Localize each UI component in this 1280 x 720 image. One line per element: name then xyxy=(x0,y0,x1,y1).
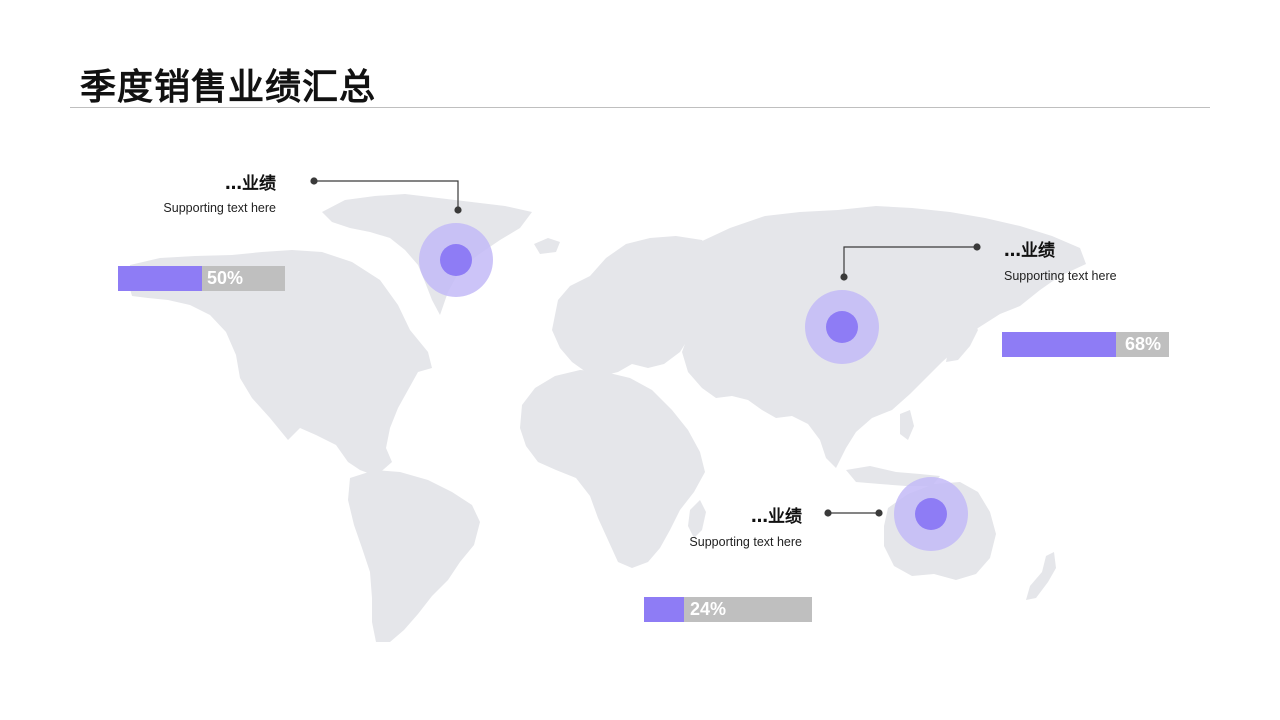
leader-endpoint-asia-0 xyxy=(973,243,981,251)
landmass-philippines xyxy=(900,410,914,440)
callout-subtitle-australia: Supporting text here xyxy=(689,535,802,549)
leader-endpoint-north-america-0 xyxy=(310,177,318,185)
landmass-south-america xyxy=(348,470,480,642)
progress-label-australia: 24% xyxy=(690,599,727,619)
callout-subtitle-asia: Supporting text here xyxy=(1004,269,1117,283)
landmass-africa xyxy=(520,370,705,568)
progress-bar-north-america: 50% xyxy=(118,266,285,291)
callout-subtitle-north-america: Supporting text here xyxy=(163,201,276,215)
world-map xyxy=(128,177,1086,642)
callout-title-australia: …业绩 xyxy=(751,507,802,527)
leader-endpoint-north-america-1 xyxy=(454,206,462,214)
marker-dot-australia xyxy=(915,498,947,530)
landmass-madagascar xyxy=(688,500,706,538)
callout-title-north-america: …业绩 xyxy=(225,174,276,194)
landmass-iceland xyxy=(534,238,560,254)
progress-fill-asia xyxy=(1002,332,1116,357)
progress-bar-asia: 68% xyxy=(1002,332,1169,357)
leader-endpoint-australia-1 xyxy=(875,509,883,517)
progress-label-asia: 68% xyxy=(1125,334,1162,354)
progress-fill-north-america xyxy=(118,266,202,291)
landmass-new-zealand xyxy=(1026,552,1056,600)
progress-fill-australia xyxy=(644,597,685,622)
marker-dot-asia xyxy=(826,311,858,343)
progress-label-north-america: 50% xyxy=(207,268,244,288)
leader-endpoint-australia-0 xyxy=(824,509,832,517)
callout-title-asia: …业绩 xyxy=(1004,241,1055,261)
leader-endpoint-asia-1 xyxy=(840,273,848,281)
continents xyxy=(128,194,1086,642)
progress-bar-australia: 24% xyxy=(644,597,812,622)
marker-dot-north-america xyxy=(440,244,472,276)
